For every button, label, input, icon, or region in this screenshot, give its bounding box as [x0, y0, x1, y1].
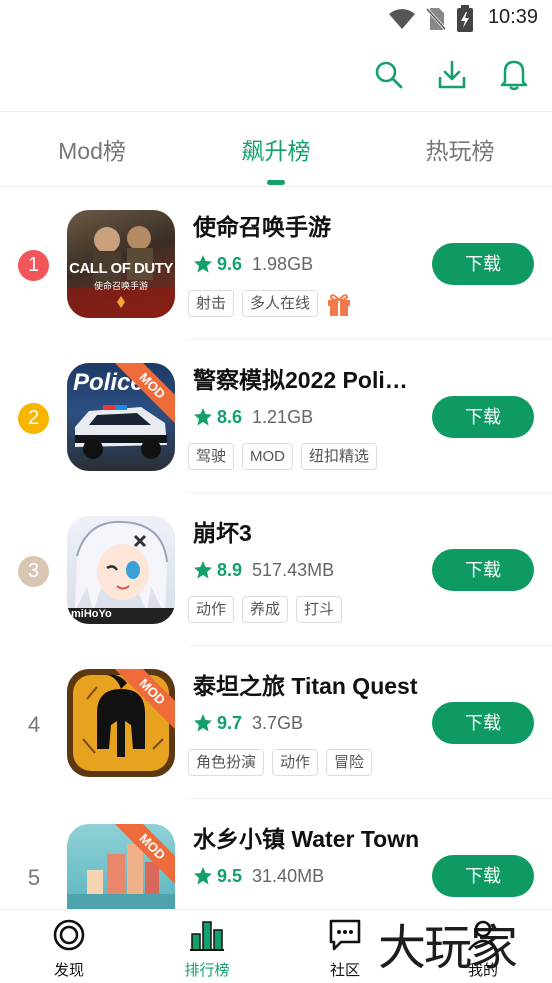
water-town-icon: MOD	[67, 824, 175, 909]
ranking-icon	[190, 921, 224, 951]
nav-label: 排行榜	[184, 962, 230, 979]
call-of-duty-icon: CALL OF DUTY 使命召唤手游	[67, 210, 175, 318]
rating-line: 9.6 1.98GB	[193, 252, 313, 276]
mod-label: MOD	[113, 363, 175, 425]
rating-line: 8.6 1.21GB	[193, 405, 313, 429]
bell-icon[interactable]	[497, 57, 531, 91]
star-icon	[194, 714, 212, 732]
tag[interactable]: 多人在线	[242, 290, 319, 317]
app-size: 3.7GB	[252, 712, 304, 733]
icon-title: CALL OF DUTY	[69, 260, 173, 277]
battery-charging-icon	[457, 5, 473, 32]
anime-girl-icon: miHoYo	[67, 516, 175, 624]
tag-list: 动作 养成 打斗	[188, 596, 343, 623]
app-name: 崩坏3	[193, 520, 252, 546]
tag-list: 驾驶 MOD 纽扣精选	[188, 443, 378, 470]
app-name: 使命召唤手游	[193, 214, 331, 240]
tab-rising[interactable]: 飙升榜	[196, 132, 356, 166]
tag[interactable]: 动作	[188, 596, 235, 623]
list-item[interactable]: 4 MOD 泰坦之旅 Titan Quest 9.7 3.7GB 角色扮演 动作…	[0, 645, 552, 799]
mod-ribbon: MOD	[111, 363, 175, 427]
download-button[interactable]: 下载	[432, 396, 534, 438]
discover-icon	[53, 919, 85, 951]
tag-list: 射击 多人在线	[188, 290, 352, 317]
tag[interactable]: MOD	[242, 443, 294, 470]
mod-label: MOD	[113, 669, 175, 731]
star-icon	[194, 561, 212, 579]
spartan-helmet-icon: MOD	[67, 669, 175, 777]
status-bar: 10:39	[0, 0, 552, 38]
tag[interactable]: 纽扣精选	[301, 443, 378, 470]
community-icon	[329, 919, 361, 951]
tag[interactable]: 养成	[242, 596, 289, 623]
no-sim-icon	[426, 7, 446, 31]
nav-discover[interactable]: 发现	[19, 910, 119, 983]
search-icon[interactable]	[372, 58, 406, 92]
star-icon	[194, 408, 212, 426]
tab-indicator	[267, 180, 285, 185]
app-score: 8.9	[217, 559, 243, 580]
icon-brand: miHoYo	[71, 608, 112, 620]
rank-number: 4	[27, 712, 41, 737]
star-icon	[194, 255, 212, 273]
rating-line: 9.5 31.40MB	[193, 864, 324, 888]
app-score: 8.6	[217, 406, 243, 427]
list-item[interactable]: 1 CALL OF DUTY 使命召唤手游 使命召唤手游 9.6 1.98GB …	[0, 186, 552, 340]
mod-label: MOD	[113, 824, 175, 886]
rank-badge: 3	[18, 556, 49, 587]
rank-badge: 2	[18, 403, 49, 434]
police-car-icon: Police MOD	[67, 363, 175, 471]
app-name: 泰坦之旅 Titan Quest	[193, 673, 418, 699]
tag-list: 角色扮演 动作 冒险	[188, 749, 373, 776]
app-size: 1.21GB	[252, 406, 314, 427]
tag[interactable]: 动作	[272, 749, 319, 776]
gift-icon[interactable]	[326, 291, 352, 317]
app-size: 1.98GB	[252, 253, 314, 274]
tag[interactable]: 驾驶	[188, 443, 235, 470]
tab-mod[interactable]: Mod榜	[12, 132, 172, 166]
app-score: 9.5	[217, 865, 243, 886]
watermark: 大玩家	[378, 920, 518, 976]
tag[interactable]: 冒险	[326, 749, 373, 776]
mod-ribbon: MOD	[111, 824, 175, 888]
app-name: 水乡小镇 Water Town	[193, 826, 420, 852]
tag[interactable]: 角色扮演	[188, 749, 265, 776]
download-button[interactable]: 下载	[432, 549, 534, 591]
top-actions	[0, 54, 552, 98]
star-icon	[194, 867, 212, 885]
download-button[interactable]: 下载	[432, 702, 534, 744]
app-size: 31.40MB	[252, 865, 325, 886]
download-button[interactable]: 下载	[432, 855, 534, 897]
app-size: 517.43MB	[252, 559, 335, 580]
download-button[interactable]: 下载	[432, 243, 534, 285]
nav-label: 发现	[53, 962, 84, 979]
list-item[interactable]: 3 miHoYo 崩坏3 8.9 517.43MB 动作 养成 打斗 下载	[0, 492, 552, 646]
rank-badge: 1	[18, 250, 49, 281]
tag[interactable]: 打斗	[296, 596, 343, 623]
status-time: 10:39	[487, 6, 538, 28]
list-item[interactable]: 2 Police MOD 警察模拟2022 Police Sim 8.6 1.2…	[0, 339, 552, 493]
rank-number: 5	[27, 865, 41, 890]
icon-subtitle: 使命召唤手游	[93, 281, 148, 291]
rating-line: 9.7 3.7GB	[193, 711, 303, 735]
mod-ribbon: MOD	[111, 669, 175, 733]
ranking-tabs: Mod榜 飙升榜 热玩榜	[0, 112, 552, 186]
app-name: 警察模拟2022 Police Sim	[193, 367, 419, 393]
tab-hot[interactable]: 热玩榜	[380, 132, 540, 166]
app-score: 9.7	[217, 712, 243, 733]
nav-ranking[interactable]: 排行榜	[157, 910, 257, 983]
rating-line: 8.9 517.43MB	[193, 558, 334, 582]
wifi-icon	[389, 9, 415, 29]
app-score: 9.6	[217, 253, 243, 274]
download-icon[interactable]	[435, 58, 469, 92]
tag[interactable]: 射击	[188, 290, 235, 317]
